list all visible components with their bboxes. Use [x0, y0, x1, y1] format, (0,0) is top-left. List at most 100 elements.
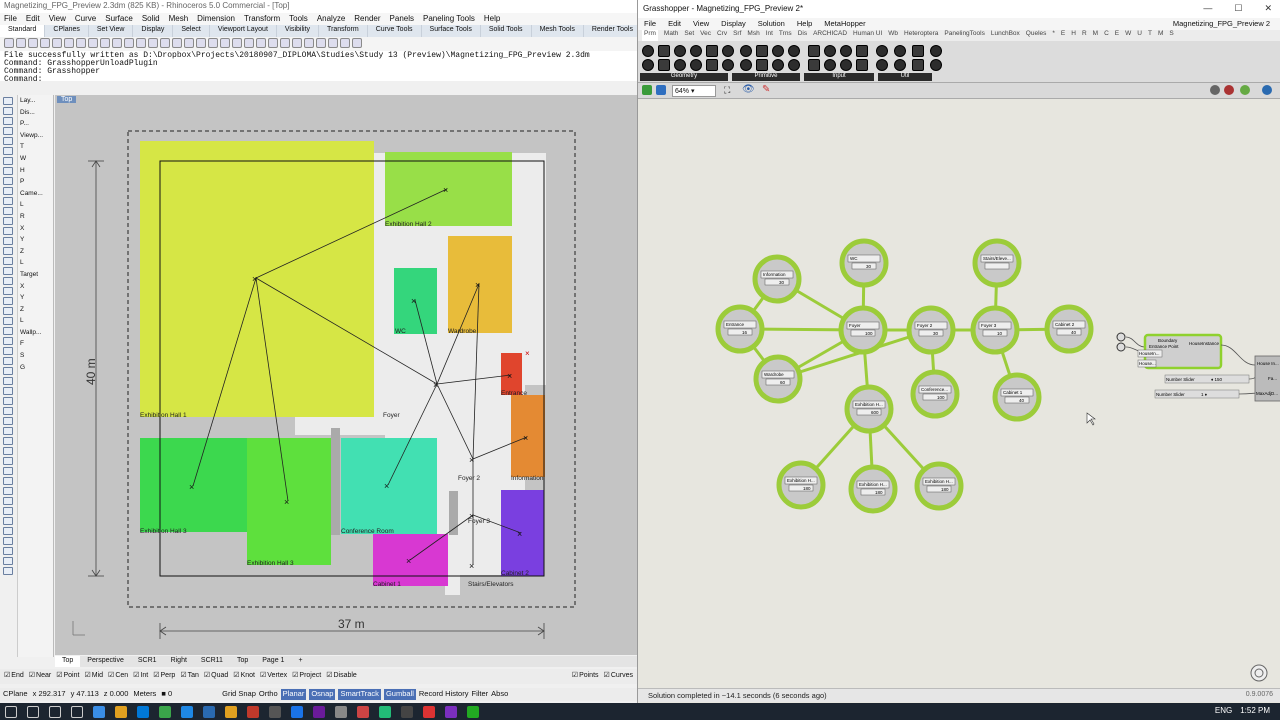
ribbon-component-icon[interactable]	[876, 45, 888, 57]
gh-tab[interactable]: R	[1082, 30, 1087, 41]
property-row[interactable]: F	[20, 338, 53, 350]
gh-tab[interactable]: M	[1093, 30, 1098, 41]
ribbon-component-icon[interactable]	[674, 59, 686, 71]
graph-node-exh4[interactable]: Exhibition H... 180	[914, 461, 964, 511]
tool-icon[interactable]	[3, 197, 13, 205]
tool-icon[interactable]	[3, 387, 13, 395]
gh-tab[interactable]: LunchBox	[991, 30, 1020, 41]
node-value[interactable]: 16	[742, 330, 748, 335]
graph-node-exh1[interactable]: Exhibition H... 600	[844, 384, 894, 434]
graph-node-foyer2[interactable]: Foyer 230	[906, 305, 956, 355]
osnap-end[interactable]: End	[4, 671, 23, 682]
graph-node-wc[interactable]: WC 30	[839, 238, 889, 288]
menu-item-solid[interactable]: Solid	[142, 14, 160, 24]
osnap-quad[interactable]: Quad	[204, 671, 228, 682]
node-value[interactable]: 30	[866, 264, 872, 269]
osnap-cen[interactable]: Cen	[108, 671, 128, 682]
tool-icon[interactable]	[3, 547, 13, 555]
property-row[interactable]: L	[20, 199, 53, 211]
toolbar-button-icon[interactable]	[52, 38, 62, 48]
osnap-vertex[interactable]: Vertex	[260, 671, 287, 682]
gh-tab[interactable]: Prm	[642, 30, 658, 41]
toolbar-button-icon[interactable]	[256, 38, 266, 48]
toolbar-button-icon[interactable]	[220, 38, 230, 48]
gh-menu-solution[interactable]: Solution	[758, 19, 785, 29]
toolbar-button-icon[interactable]	[340, 38, 350, 48]
node-value[interactable]: 30	[779, 280, 785, 285]
toolbar-tab-surface-tools[interactable]: Surface Tools	[422, 25, 481, 37]
toolbar-tab-solid-tools[interactable]: Solid Tools	[481, 25, 532, 37]
ribbon-component-icon[interactable]	[840, 45, 852, 57]
preview-icon[interactable]: 👁	[742, 84, 755, 95]
property-row[interactable]: Dis...	[20, 107, 53, 119]
graph-node-wardrobe[interactable]: Wardrobe 60	[753, 354, 803, 404]
tool-icon[interactable]	[3, 457, 13, 465]
tool-icon[interactable]	[3, 447, 13, 455]
gh-tab[interactable]: Dis	[798, 30, 807, 41]
tool-icon[interactable]	[3, 417, 13, 425]
taskbar-app-icon[interactable]	[423, 705, 435, 718]
tool-icon[interactable]	[3, 157, 13, 165]
property-row[interactable]: S	[20, 350, 53, 362]
ribbon-component-icon[interactable]	[894, 45, 906, 57]
graph-node-exh3[interactable]: Exhibition H... 180	[848, 464, 898, 514]
toolbar-button-icon[interactable]	[28, 38, 38, 48]
menu-item-curve[interactable]: Curve	[75, 14, 96, 24]
gh-tab[interactable]: Msh	[747, 30, 759, 41]
osnap-near[interactable]: Near	[29, 671, 51, 682]
viewport-tab[interactable]: Page 1	[255, 656, 291, 667]
tool-icon[interactable]	[3, 487, 13, 495]
osnap-knot[interactable]: Knot	[233, 671, 255, 682]
sketch-icon[interactable]: ✎	[762, 84, 770, 95]
preview-shaded-icon[interactable]	[1224, 85, 1234, 95]
node-value[interactable]: 180	[941, 487, 949, 492]
gh-tab[interactable]: Queles	[1026, 30, 1047, 41]
tool-icon[interactable]	[3, 337, 13, 345]
tool-icon[interactable]	[3, 177, 13, 185]
node-value[interactable]: 30	[933, 331, 939, 336]
toolbar-tab-select[interactable]: Select	[173, 25, 210, 37]
ribbon-component-icon[interactable]	[642, 59, 654, 71]
gh-tab[interactable]: H	[1071, 30, 1076, 41]
menu-item-tools[interactable]: Tools	[289, 14, 308, 24]
gh-menu-help[interactable]: Help	[797, 19, 812, 29]
tool-icon[interactable]	[3, 107, 13, 115]
toolbar-button-icon[interactable]	[4, 38, 14, 48]
property-row[interactable]: Lay...	[20, 95, 53, 107]
taskbar-app-icon[interactable]	[357, 705, 369, 718]
toolbar-button-icon[interactable]	[76, 38, 86, 48]
gh-tab[interactable]: Srf	[733, 30, 741, 41]
status-toggle-record-history[interactable]: Record History	[419, 689, 469, 700]
top-viewport[interactable]: Top × × × × × × × × × × × × × × × × Exhi…	[55, 95, 637, 655]
menu-item-panels[interactable]: Panels	[390, 14, 414, 24]
property-row[interactable]: Y	[20, 234, 53, 246]
property-row[interactable]: P	[20, 176, 53, 188]
toolbar-button-icon[interactable]	[328, 38, 338, 48]
tool-icon[interactable]	[3, 207, 13, 215]
ribbon-component-icon[interactable]	[894, 59, 906, 71]
tool-icon[interactable]	[3, 327, 13, 335]
gh-canvas[interactable]: Information 30 WC 30 Stairs/Eleve... Entrance…	[638, 101, 1280, 687]
maximize-icon[interactable]: ☐	[1234, 3, 1242, 14]
command-line[interactable]: Command:	[4, 76, 633, 82]
status-toggle-osnap[interactable]: Osnap	[309, 689, 336, 700]
preview-mode-icon[interactable]	[1210, 85, 1220, 95]
taskbar-app-icon[interactable]	[159, 705, 171, 718]
ribbon-component-icon[interactable]	[930, 59, 942, 71]
tool-icon[interactable]	[3, 117, 13, 125]
gh-tab[interactable]: M	[1158, 30, 1163, 41]
property-row[interactable]: R	[20, 211, 53, 223]
graph-node-cab1[interactable]: Cabinet 1 40	[992, 372, 1042, 422]
gh-graph[interactable]: Information 30 WC 30 Stairs/Eleve... Entrance…	[638, 101, 1280, 687]
property-row[interactable]: Came...	[20, 188, 53, 200]
status-toggle-planar[interactable]: Planar	[280, 689, 307, 700]
ribbon-component-icon[interactable]	[876, 59, 888, 71]
viewport-tab[interactable]: Perspective	[80, 656, 131, 667]
toolbar-button-icon[interactable]	[268, 38, 278, 48]
tool-icon[interactable]	[3, 527, 13, 535]
ribbon-component-icon[interactable]	[690, 45, 702, 57]
status-toggle-ortho[interactable]: Ortho	[259, 689, 278, 700]
minimize-icon[interactable]: —	[1203, 3, 1212, 14]
toolbar-tab-cplanes[interactable]: CPlanes	[45, 25, 89, 37]
property-row[interactable]: Wallp...	[20, 327, 53, 339]
